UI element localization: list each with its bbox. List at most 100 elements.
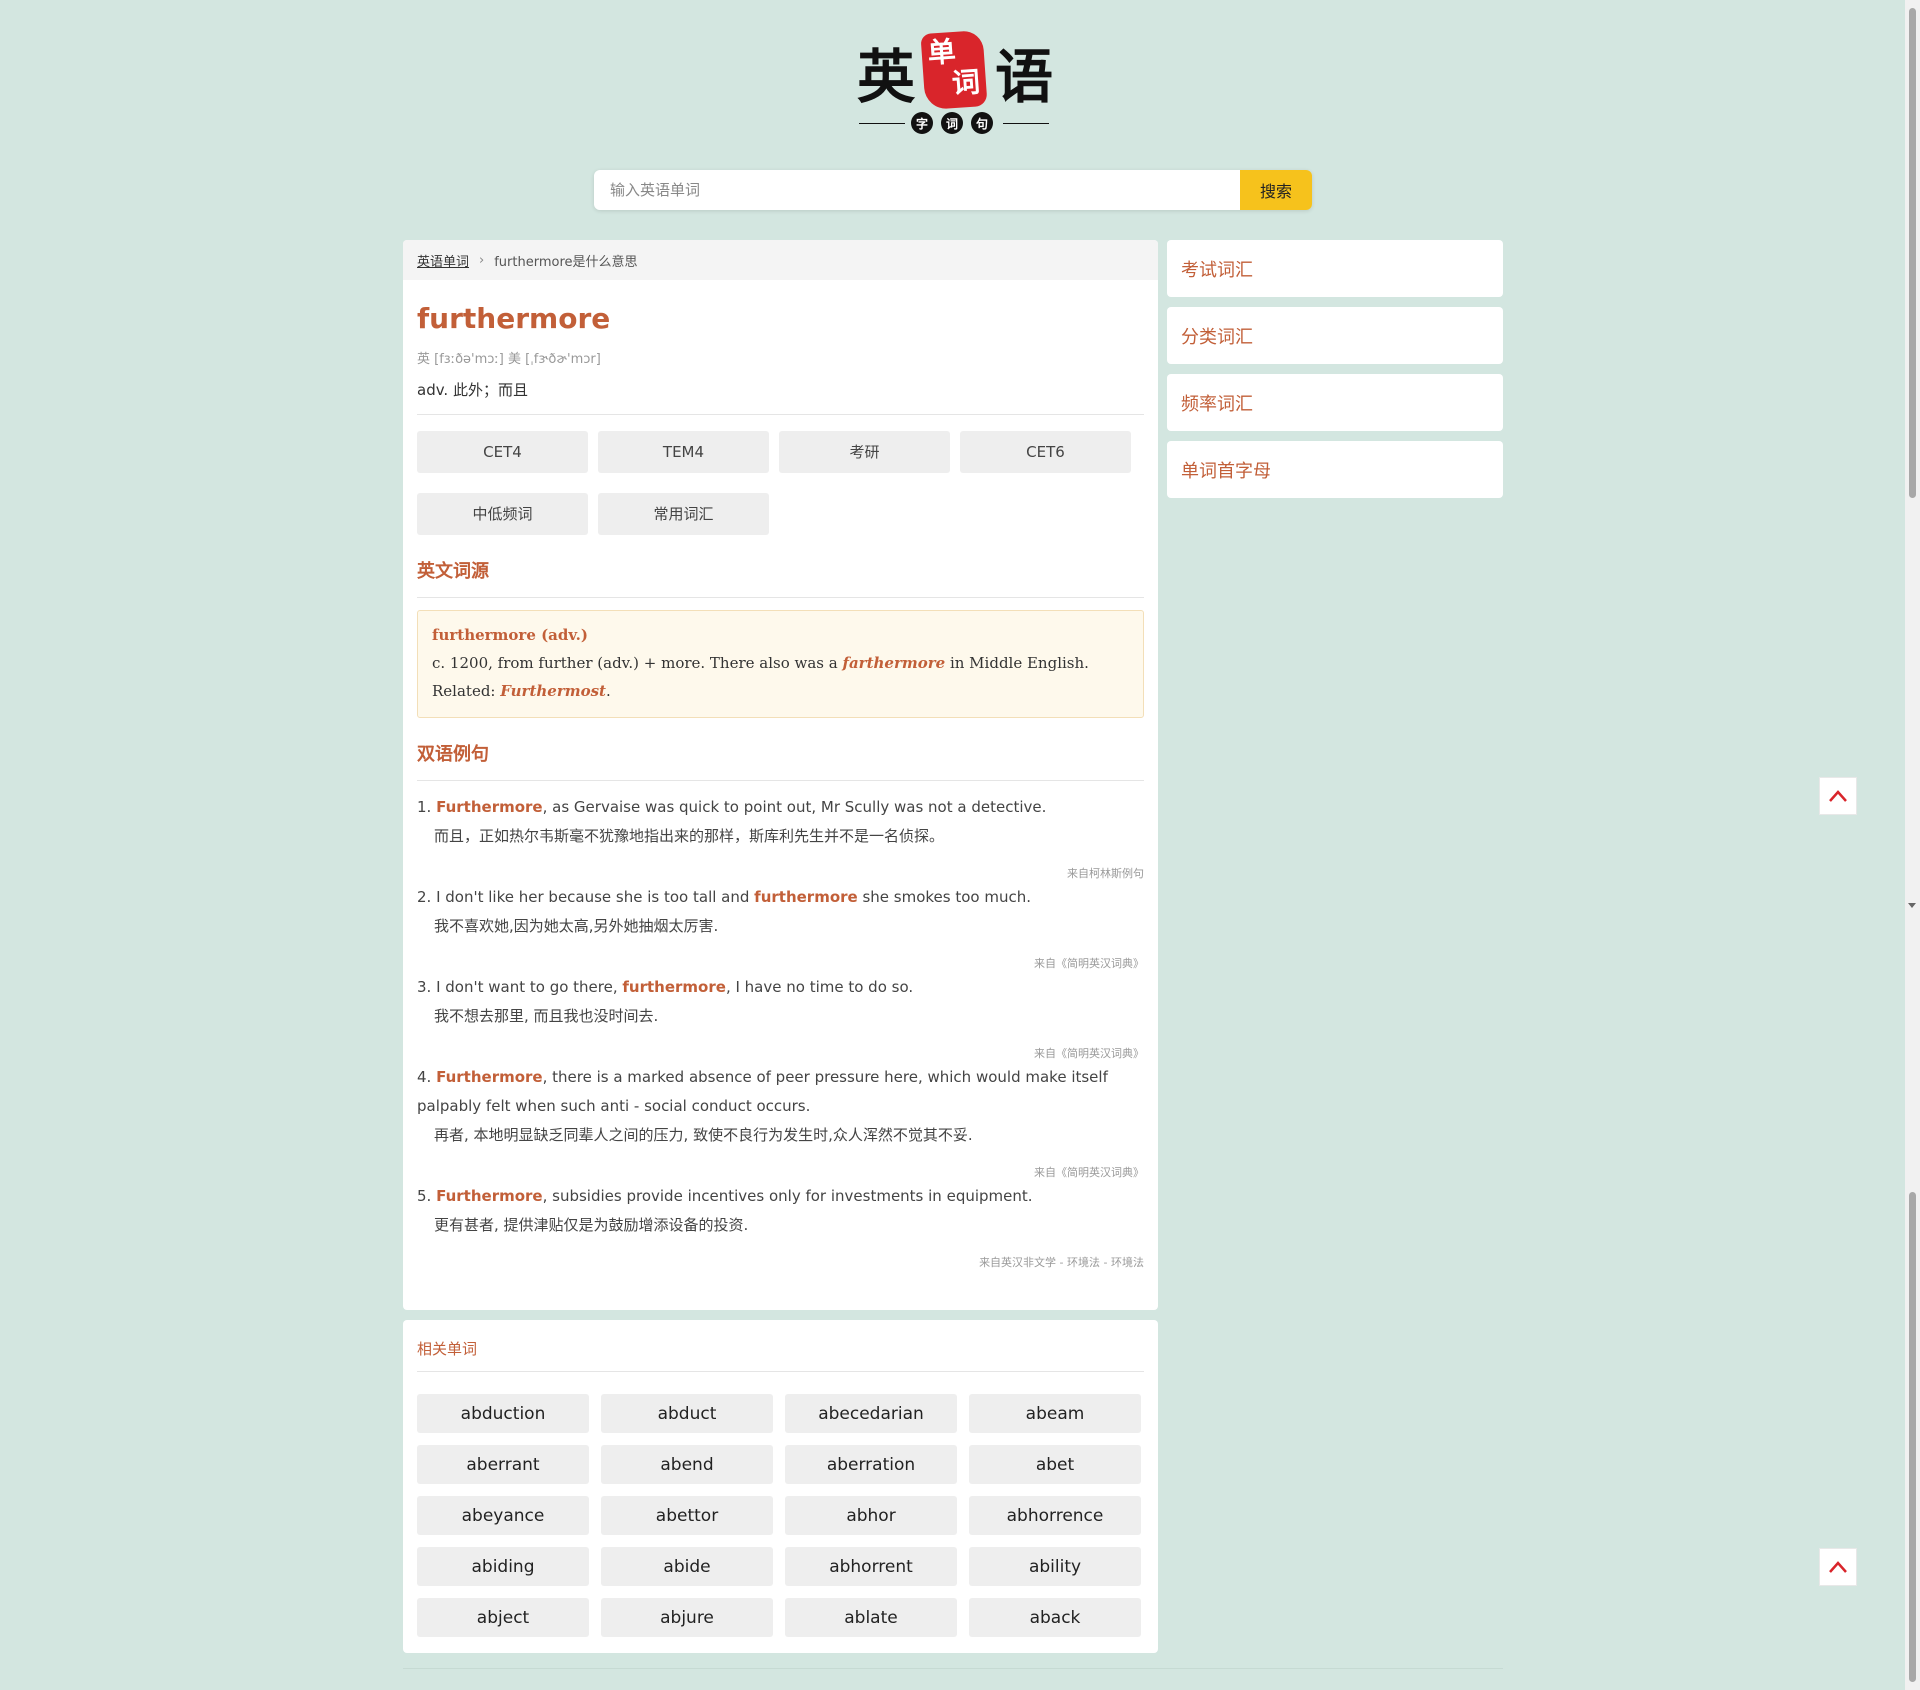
example-source: 来自英汉非文学 - 环境法 - 环境法 bbox=[979, 1255, 1144, 1269]
example-source: 来自《简明英汉词典》 bbox=[1034, 1165, 1144, 1179]
example-highlight: Furthermore bbox=[436, 797, 543, 816]
logo-stamp-char-1: 单 bbox=[926, 34, 957, 70]
related-word-link[interactable]: abeyance bbox=[417, 1496, 589, 1535]
example-zh: 更有甚者, 提供津贴仅是为鼓励增添设备的投资. bbox=[434, 1215, 749, 1234]
related-word-link[interactable]: abject bbox=[417, 1598, 589, 1637]
example-highlight: Furthermore bbox=[436, 1186, 543, 1205]
logo-sub-char-1: 字 bbox=[911, 112, 933, 134]
example-sentences: 1. Furthermore, as Gervaise was quick to… bbox=[417, 793, 1144, 1272]
related-word-link[interactable]: abhorrent bbox=[785, 1547, 957, 1586]
etymology-em-furthermost: Furthermost bbox=[500, 681, 606, 700]
scroll-down-icon[interactable] bbox=[1908, 903, 1916, 908]
logo-line-right bbox=[1003, 123, 1049, 124]
etymology-em-farthermore: farthermore bbox=[842, 653, 946, 672]
related-word-link[interactable]: abjure bbox=[601, 1598, 773, 1637]
related-word-link[interactable]: aberrant bbox=[417, 1445, 589, 1484]
related-word-link[interactable]: abet bbox=[969, 1445, 1141, 1484]
chevron-up-icon bbox=[1829, 1561, 1847, 1573]
related-word-link[interactable]: abend bbox=[601, 1445, 773, 1484]
scrollbar-thumb-secondary[interactable] bbox=[1909, 1192, 1916, 1682]
related-word-link[interactable]: abide bbox=[601, 1547, 773, 1586]
example-source: 来自《简明英汉词典》 bbox=[1034, 1046, 1144, 1060]
related-word-link[interactable]: ablate bbox=[785, 1598, 957, 1637]
related-word-link[interactable]: aberration bbox=[785, 1445, 957, 1484]
example-number: 3. bbox=[417, 977, 432, 996]
example-source: 来自《简明英汉词典》 bbox=[1034, 956, 1144, 970]
logo-sub-char-3: 句 bbox=[971, 112, 993, 134]
tag-common-words[interactable]: 常用词汇 bbox=[598, 492, 769, 535]
scrollbar-thumb[interactable] bbox=[1909, 8, 1916, 498]
tag-tem4[interactable]: TEM4 bbox=[598, 430, 769, 473]
chevron-up-icon bbox=[1829, 790, 1847, 802]
related-word-link[interactable]: abettor bbox=[601, 1496, 773, 1535]
breadcrumb-current: furthermore是什么意思 bbox=[494, 254, 638, 270]
back-to-top-button[interactable] bbox=[1819, 1548, 1857, 1586]
word-phonetic: 英 [fɜːðə'mɔː] 美 [ˌfɝðɚ'mɔr] bbox=[417, 351, 601, 367]
example-highlight: furthermore bbox=[622, 977, 726, 996]
etymology-section-title: 英文词源 bbox=[417, 557, 1144, 598]
example-zh: 再者, 本地明显缺乏同辈人之间的压力, 致使不良行为发生时,众人浑然不觉其不妥. bbox=[434, 1125, 973, 1144]
example-zh: 我不喜欢她,因为她太高,另外她抽烟太厉害. bbox=[434, 916, 719, 935]
example-highlight: furthermore bbox=[754, 887, 858, 906]
etymology-text: c. 1200, from further (adv.) + more. The… bbox=[432, 649, 1129, 705]
example-zh: 我不想去那里, 而且我也没时间去. bbox=[434, 1006, 659, 1025]
related-word-link[interactable]: abiding bbox=[417, 1547, 589, 1586]
logo-char-right: 语 bbox=[995, 43, 1054, 111]
related-word-link[interactable]: aback bbox=[969, 1598, 1141, 1637]
example-sentence: 4. Furthermore, there is a marked absenc… bbox=[417, 1063, 1144, 1182]
example-sentence: 5. Furthermore, subsidies provide incent… bbox=[417, 1182, 1144, 1272]
search-bar: 搜索 bbox=[594, 170, 1312, 210]
sidebar-item-frequency-vocabulary[interactable]: 频率词汇 bbox=[1167, 374, 1503, 431]
logo-stamp-char-2: 词 bbox=[950, 65, 982, 101]
site-logo[interactable]: 英 单 词 语 字 词 句 bbox=[857, 29, 1054, 138]
related-word-link[interactable]: abeam bbox=[969, 1394, 1141, 1433]
sidebar-item-category-vocabulary[interactable]: 分类词汇 bbox=[1167, 307, 1503, 364]
related-word-link[interactable]: ability bbox=[969, 1547, 1141, 1586]
tag-cet4[interactable]: CET4 bbox=[417, 430, 588, 473]
related-words-grid: abduction abduct abecedarian abeam aberr… bbox=[403, 1372, 1158, 1637]
example-sentence: 3. I don't want to go there, furthermore… bbox=[417, 973, 1144, 1063]
related-words-card: 相关单词 abduction abduct abecedarian abeam … bbox=[403, 1320, 1158, 1653]
related-word-link[interactable]: abduct bbox=[601, 1394, 773, 1433]
example-sentence: 2. I don't like her because she is too t… bbox=[417, 883, 1144, 973]
tag-mid-low-frequency[interactable]: 中低频词 bbox=[417, 492, 588, 535]
sidebar: 考试词汇 分类词汇 频率词汇 单词首字母 bbox=[1167, 240, 1503, 508]
example-en-post: she smokes too much. bbox=[857, 887, 1032, 906]
search-input[interactable] bbox=[594, 170, 1240, 210]
example-en-post: , subsidies provide incentives only for … bbox=[542, 1186, 1033, 1205]
example-number: 4. bbox=[417, 1067, 432, 1086]
example-en-post: , as Gervaise was quick to point out, Mr… bbox=[542, 797, 1047, 816]
sidebar-item-initial-letter[interactable]: 单词首字母 bbox=[1167, 441, 1503, 498]
related-word-link[interactable]: abhor bbox=[785, 1496, 957, 1535]
example-number: 5. bbox=[417, 1186, 432, 1205]
logo-char-left: 英 bbox=[857, 43, 916, 111]
logo-sub-char-2: 词 bbox=[941, 112, 963, 134]
back-to-top-button[interactable] bbox=[1819, 777, 1857, 815]
related-word-link[interactable]: abecedarian bbox=[785, 1394, 957, 1433]
related-word-link[interactable]: abduction bbox=[417, 1394, 589, 1433]
etymology-text-before: c. 1200, from further (adv.) + more. The… bbox=[432, 653, 843, 672]
example-en: 5. Furthermore, subsidies provide incent… bbox=[417, 1182, 1144, 1211]
word-definition: adv. 此外；而且 bbox=[417, 379, 1144, 415]
example-en-pre: I don't like her because she is too tall… bbox=[436, 887, 755, 906]
sidebar-item-exam-vocabulary[interactable]: 考试词汇 bbox=[1167, 240, 1503, 297]
example-highlight: Furthermore bbox=[436, 1067, 543, 1086]
page-scrollbar[interactable] bbox=[1905, 0, 1920, 1690]
examples-section-title: 双语例句 bbox=[417, 740, 1144, 781]
logo-line-left bbox=[859, 123, 905, 124]
example-en-pre: I don't want to go there, bbox=[436, 977, 623, 996]
word-detail-card: 英语单词 › furthermore是什么意思 furthermore 英 [f… bbox=[403, 240, 1158, 1310]
example-source: 来自柯林斯例句 bbox=[1067, 866, 1144, 880]
related-word-link[interactable]: abhorrence bbox=[969, 1496, 1141, 1535]
search-button[interactable]: 搜索 bbox=[1240, 170, 1312, 210]
tag-kaoyan[interactable]: 考研 bbox=[779, 430, 950, 473]
etymology-head: furthermore (adv.) bbox=[432, 625, 588, 644]
breadcrumb: 英语单词 › furthermore是什么意思 bbox=[403, 240, 1158, 280]
related-words-title: 相关单词 bbox=[417, 1320, 1144, 1372]
example-number: 2. bbox=[417, 887, 432, 906]
example-zh: 而且，正如热尔韦斯毫不犹豫地指出来的那样，斯库利先生并不是一名侦探。 bbox=[434, 826, 945, 845]
tag-cet6[interactable]: CET6 bbox=[960, 430, 1131, 473]
word-title: furthermore bbox=[417, 302, 611, 335]
breadcrumb-home-link[interactable]: 英语单词 bbox=[417, 251, 469, 270]
word-tags: CET4 TEM4 考研 CET6 中低频词 常用词汇 bbox=[417, 430, 1144, 535]
